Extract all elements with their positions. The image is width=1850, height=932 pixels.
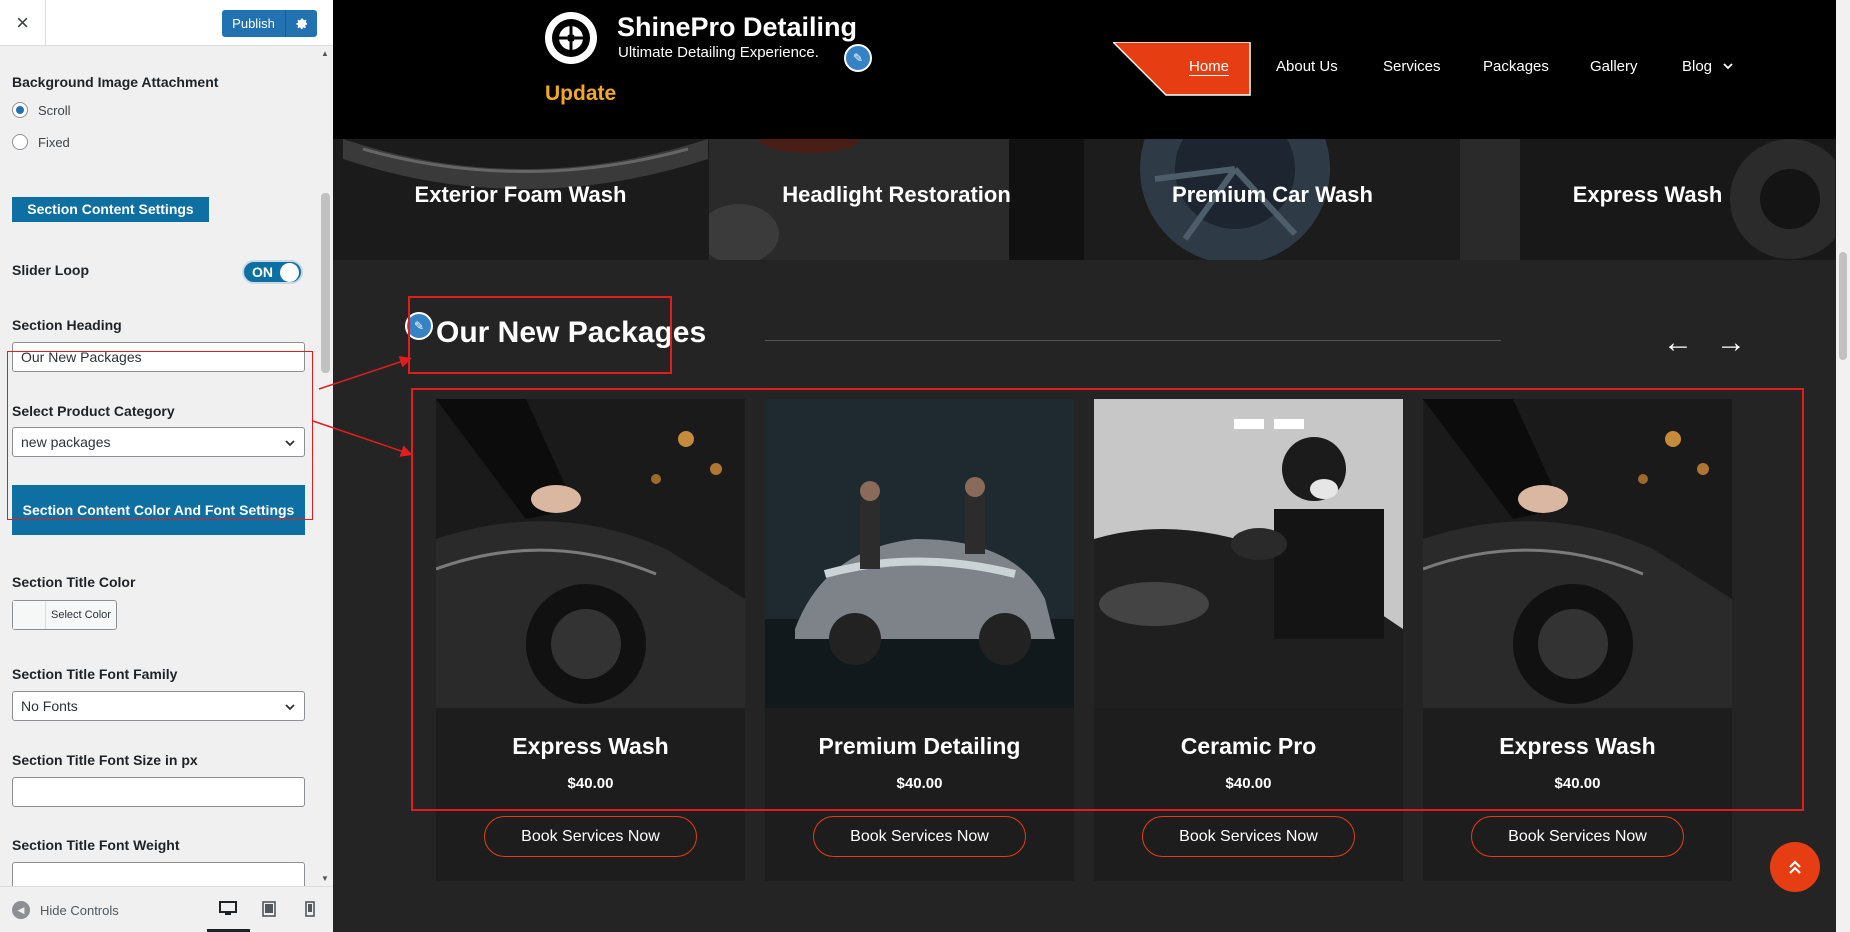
annotation-highlight-sidebar <box>7 351 313 520</box>
annotation-highlight-cards <box>411 388 1804 811</box>
section-divider <box>765 340 1501 341</box>
preview-scrollbar[interactable] <box>1836 0 1850 932</box>
nav-about-us[interactable]: About Us <box>1276 58 1338 75</box>
scroll-down-icon[interactable]: ▼ <box>321 874 329 883</box>
hide-controls-button[interactable]: ◀ Hide Controls <box>12 901 119 919</box>
publish-group: Publish <box>222 10 317 37</box>
service-tile[interactable]: Express Wash <box>1460 139 1835 260</box>
mobile-preview-button[interactable] <box>300 899 320 919</box>
title-color-label: Section Title Color <box>12 574 136 590</box>
service-title: Premium Car Wash <box>1172 182 1373 207</box>
close-icon: × <box>16 10 29 35</box>
edit-logo-pencil-icon[interactable]: ✎ <box>844 44 872 72</box>
service-tile[interactable]: Headlight Restoration <box>709 139 1084 260</box>
book-services-button[interactable]: Book Services Now <box>1471 816 1684 857</box>
hide-controls-label: Hide Controls <box>40 902 119 918</box>
site-preview: ShinePro Detailing Ultimate Detailing Ex… <box>333 0 1850 932</box>
service-tile[interactable]: Exterior Foam Wash <box>333 139 708 260</box>
toggle-knob <box>280 263 299 282</box>
title-font-size-input[interactable] <box>12 777 305 807</box>
nav-blog-label: Blog <box>1682 58 1713 75</box>
service-title: Headlight Restoration <box>782 182 1011 207</box>
section-content-settings-button[interactable]: Section Content Settings <box>12 197 209 222</box>
slider-loop-label: Slider Loop <box>12 262 89 278</box>
service-title: Express Wash <box>1572 182 1723 207</box>
radio-fixed-label: Fixed <box>38 134 70 150</box>
customizer-header: × Publish <box>0 0 333 46</box>
scroll-up-icon[interactable]: ▲ <box>321 49 329 58</box>
radio-fixed[interactable]: Fixed <box>12 134 70 150</box>
sidebar-scrollbar[interactable]: ▲ ▼ <box>318 46 333 886</box>
publish-button[interactable]: Publish <box>222 10 285 37</box>
bg-attachment-label: Background Image Attachment <box>12 74 219 90</box>
desktop-icon <box>219 901 237 915</box>
title-font-weight-input[interactable] <box>12 862 305 886</box>
title-font-family-value: No Fonts <box>21 698 78 714</box>
double-chevron-up-icon <box>1789 860 1801 874</box>
nav-home-highlight <box>1113 42 1251 96</box>
wheel-icon <box>552 19 590 57</box>
select-color-label: Select Color <box>51 609 111 621</box>
book-services-button[interactable]: Book Services Now <box>484 816 697 857</box>
slider-prev-arrow-icon[interactable]: ← <box>1663 326 1693 360</box>
color-swatch <box>13 601 46 629</box>
gear-icon <box>295 18 308 29</box>
book-services-button[interactable]: Book Services Now <box>1142 816 1355 857</box>
slider-loop-state: ON <box>252 264 273 280</box>
sidebar-scroll-thumb[interactable] <box>321 193 330 373</box>
section-heading-label: Section Heading <box>12 317 122 333</box>
collapse-icon: ◀ <box>12 901 30 919</box>
mobile-icon <box>305 901 315 917</box>
book-services-button[interactable]: Book Services Now <box>813 816 1026 857</box>
preview-scroll-thumb[interactable] <box>1839 252 1847 360</box>
annotation-highlight-heading <box>408 296 672 374</box>
slider-next-arrow-icon[interactable]: → <box>1716 326 1746 360</box>
publish-settings-button[interactable] <box>285 10 317 37</box>
site-title[interactable]: ShinePro Detailing <box>617 12 857 43</box>
radio-scroll-input[interactable] <box>12 102 28 118</box>
site-tagline: Ultimate Detailing Experience. <box>618 44 819 61</box>
nav-blog[interactable]: Blog <box>1682 58 1734 75</box>
services-strip: Exterior Foam Wash Headlight Restoration… <box>333 139 1850 260</box>
nav-services[interactable]: Services <box>1383 58 1441 75</box>
tablet-icon <box>262 901 276 917</box>
close-customizer-button[interactable]: × <box>0 0 46 46</box>
logo-wheel-icon[interactable] <box>545 12 597 64</box>
radio-scroll-label: Scroll <box>38 102 71 118</box>
customizer-sidebar: × Publish Background Image Attachment Sc… <box>0 0 333 932</box>
tablet-preview-button[interactable] <box>259 899 279 919</box>
chevron-down-icon <box>285 704 295 711</box>
nav-gallery[interactable]: Gallery <box>1590 58 1638 75</box>
customizer-footer: ◀ Hide Controls <box>0 886 333 932</box>
title-font-family-select[interactable]: No Fonts <box>12 691 305 721</box>
select-color-button[interactable]: Select Color <box>12 600 117 630</box>
service-title: Exterior Foam Wash <box>414 182 627 207</box>
service-tile[interactable]: Premium Car Wash <box>1085 139 1460 260</box>
title-font-size-label: Section Title Font Size in px <box>12 752 198 768</box>
slider-loop-toggle[interactable]: ON <box>242 260 303 284</box>
radio-scroll[interactable]: Scroll <box>12 102 71 118</box>
back-to-top-button[interactable] <box>1770 842 1820 892</box>
customizer-controls: Background Image Attachment Scroll Fixed… <box>0 46 318 886</box>
title-font-family-label: Section Title Font Family <box>12 666 178 682</box>
site-header: ShinePro Detailing Ultimate Detailing Ex… <box>333 0 1850 139</box>
radio-fixed-input[interactable] <box>12 134 28 150</box>
title-font-weight-label: Section Title Font Weight <box>12 837 180 853</box>
update-label[interactable]: Update <box>545 82 616 106</box>
nav-packages[interactable]: Packages <box>1483 58 1549 75</box>
nav-home[interactable]: Home <box>1189 58 1229 75</box>
chevron-down-icon <box>1723 63 1733 70</box>
desktop-preview-button[interactable] <box>218 899 238 919</box>
